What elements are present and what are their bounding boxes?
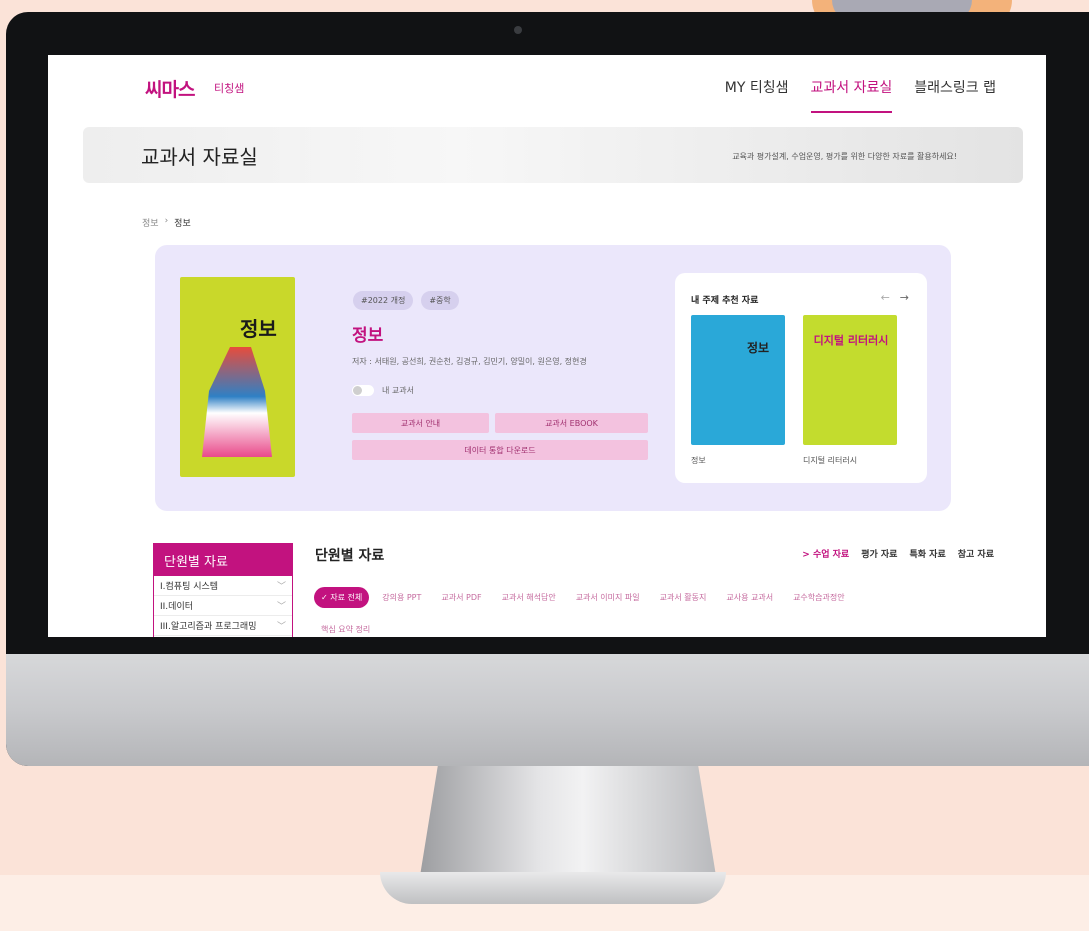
page-description: 교육과 평가설계, 수업운영, 평가를 위한 다양한 자료를 활용하세요! [732,152,957,161]
category-tabs: > 수업 자료 평가 자료 특화 자료 참고 자료 [802,547,994,560]
arrow-left-icon[interactable]: ← [881,291,890,304]
unit-sidebar-title: 단원별 자료 [154,544,292,576]
my-textbook-toggle-row: 내 교과서 [352,385,414,396]
nav-my-teaching[interactable]: MY 티칭샘 [725,77,789,113]
sidebar-item-label: I.컴퓨팅 시스템 [160,582,219,592]
book-title: 정보 [352,326,384,346]
recommend-book-1-name[interactable]: 정보 [691,455,706,466]
sidebar-item-label: II.데이터 [160,602,194,612]
chip-teacher-book[interactable]: 교사용 교과서 [719,587,781,608]
tab-special-materials[interactable]: 특화 자료 [909,547,945,560]
book-info-panel: 정보 #2022 개정 #중학 정보 저자 : 서태원, 공선희, 권순천, 김… [155,245,951,511]
monitor: 씨마스 티칭샘 MY 티칭샘 교과서 자료실 블래스링크 랩 교과서 자료실 교… [6,12,1089,766]
material-filter-chips: ✓ 자료 전체 강의용 PPT 교과서 PDF 교과서 해석답안 교과서 이미지… [314,587,852,608]
sidebar-item-computing[interactable]: I.컴퓨팅 시스템 ﹀ [154,576,292,596]
tab-evaluation-materials[interactable]: 평가 자료 [861,547,897,560]
monitor-base [380,872,726,904]
recommend-book-1-cover-title: 정보 [747,341,770,355]
my-textbook-label: 내 교과서 [382,386,414,395]
tab-class-materials[interactable]: > 수업 자료 [802,547,849,560]
chevron-down-icon: ﹀ [276,622,286,632]
breadcrumb: 정보 › 정보 [142,216,191,229]
monitor-stand [420,766,716,876]
recommend-card: 내 주제 추천 자료 ← → 정보 정보 디지털 리터러시 디지털 리터러시 [675,273,927,483]
chip-summary[interactable]: 핵심 요약 정리 [314,620,378,637]
textbook-ebook-button[interactable]: 교과서 EBOOK [495,413,648,433]
recommend-arrows: ← → [881,291,909,304]
breadcrumb-separator: › [164,216,169,226]
page-banner: 교과서 자료실 교육과 평가설계, 수업운영, 평가를 위한 다양한 자료를 활… [83,127,1023,183]
material-filter-chips-row2: 핵심 요약 정리 [314,617,378,637]
sidebar-item-data[interactable]: II.데이터 ﹀ [154,596,292,616]
recommend-book-1[interactable]: 정보 [691,315,785,445]
cover-illustration [202,347,272,457]
camera-icon [514,26,522,34]
nav-textbook-library[interactable]: 교과서 자료실 [810,77,892,113]
unit-sidebar: 단원별 자료 I.컴퓨팅 시스템 ﹀ II.데이터 ﹀ III.알고리즘과 프로… [153,543,293,637]
logo[interactable]: 씨마스 [145,75,195,102]
nav-classlink-lab[interactable]: 블래스링크 랩 [914,77,996,113]
chevron-down-icon: ﹀ [276,582,286,592]
unit-section-title: 단원별 자료 [315,548,385,564]
tag-revision: #2022 개정 [353,291,414,310]
sidebar-item-algorithm[interactable]: III.알고리즘과 프로그래밍 ﹀ [154,616,292,636]
my-textbook-toggle[interactable] [352,385,374,396]
sidebar-item-label: III.알고리즘과 프로그래밍 [160,622,257,632]
breadcrumb-current: 정보 [174,219,191,229]
recommend-book-2-name[interactable]: 디지털 리터러시 [803,455,857,466]
tag-level: #중학 [421,291,459,310]
book-tags: #2022 개정 #중학 [353,291,459,310]
logo-subtitle[interactable]: 티칭샘 [214,80,244,96]
recommend-book-2[interactable]: 디지털 리터러시 [803,315,897,445]
arrow-right-icon[interactable]: → [900,291,909,304]
chip-ppt[interactable]: 강의용 PPT [375,587,429,608]
chip-images[interactable]: 교과서 이미지 파일 [568,587,647,608]
data-download-button[interactable]: 데이터 통합 다운로드 [352,440,648,460]
book-cover: 정보 [180,277,295,477]
tab-reference-materials[interactable]: 참고 자료 [958,547,994,560]
recommend-title: 내 주제 추천 자료 [691,296,759,306]
chip-answers[interactable]: 교과서 해석답안 [494,587,563,608]
breadcrumb-item[interactable]: 정보 [142,216,159,229]
book-cover-title: 정보 [240,317,277,341]
recommend-book-2-cover-title: 디지털 리터러시 [813,334,889,347]
chevron-down-icon: ﹀ [276,602,286,612]
textbook-guide-button[interactable]: 교과서 안내 [352,413,489,433]
main-nav: MY 티칭샘 교과서 자료실 블래스링크 랩 [725,77,996,113]
monitor-chin [6,654,1089,766]
chip-all[interactable]: ✓ 자료 전체 [314,587,370,608]
chip-pdf[interactable]: 교과서 PDF [434,587,489,608]
page-title: 교과서 자료실 [141,145,258,169]
screen: 씨마스 티칭샘 MY 티칭샘 교과서 자료실 블래스링크 랩 교과서 자료실 교… [48,55,1046,637]
book-authors: 저자 : 서태원, 공선희, 권순천, 김경규, 김민기, 양밀이, 원은영, … [352,357,587,366]
chip-worksheet[interactable]: 교과서 활동지 [652,587,714,608]
chip-lesson-plan[interactable]: 교수학습과정안 [786,587,852,608]
